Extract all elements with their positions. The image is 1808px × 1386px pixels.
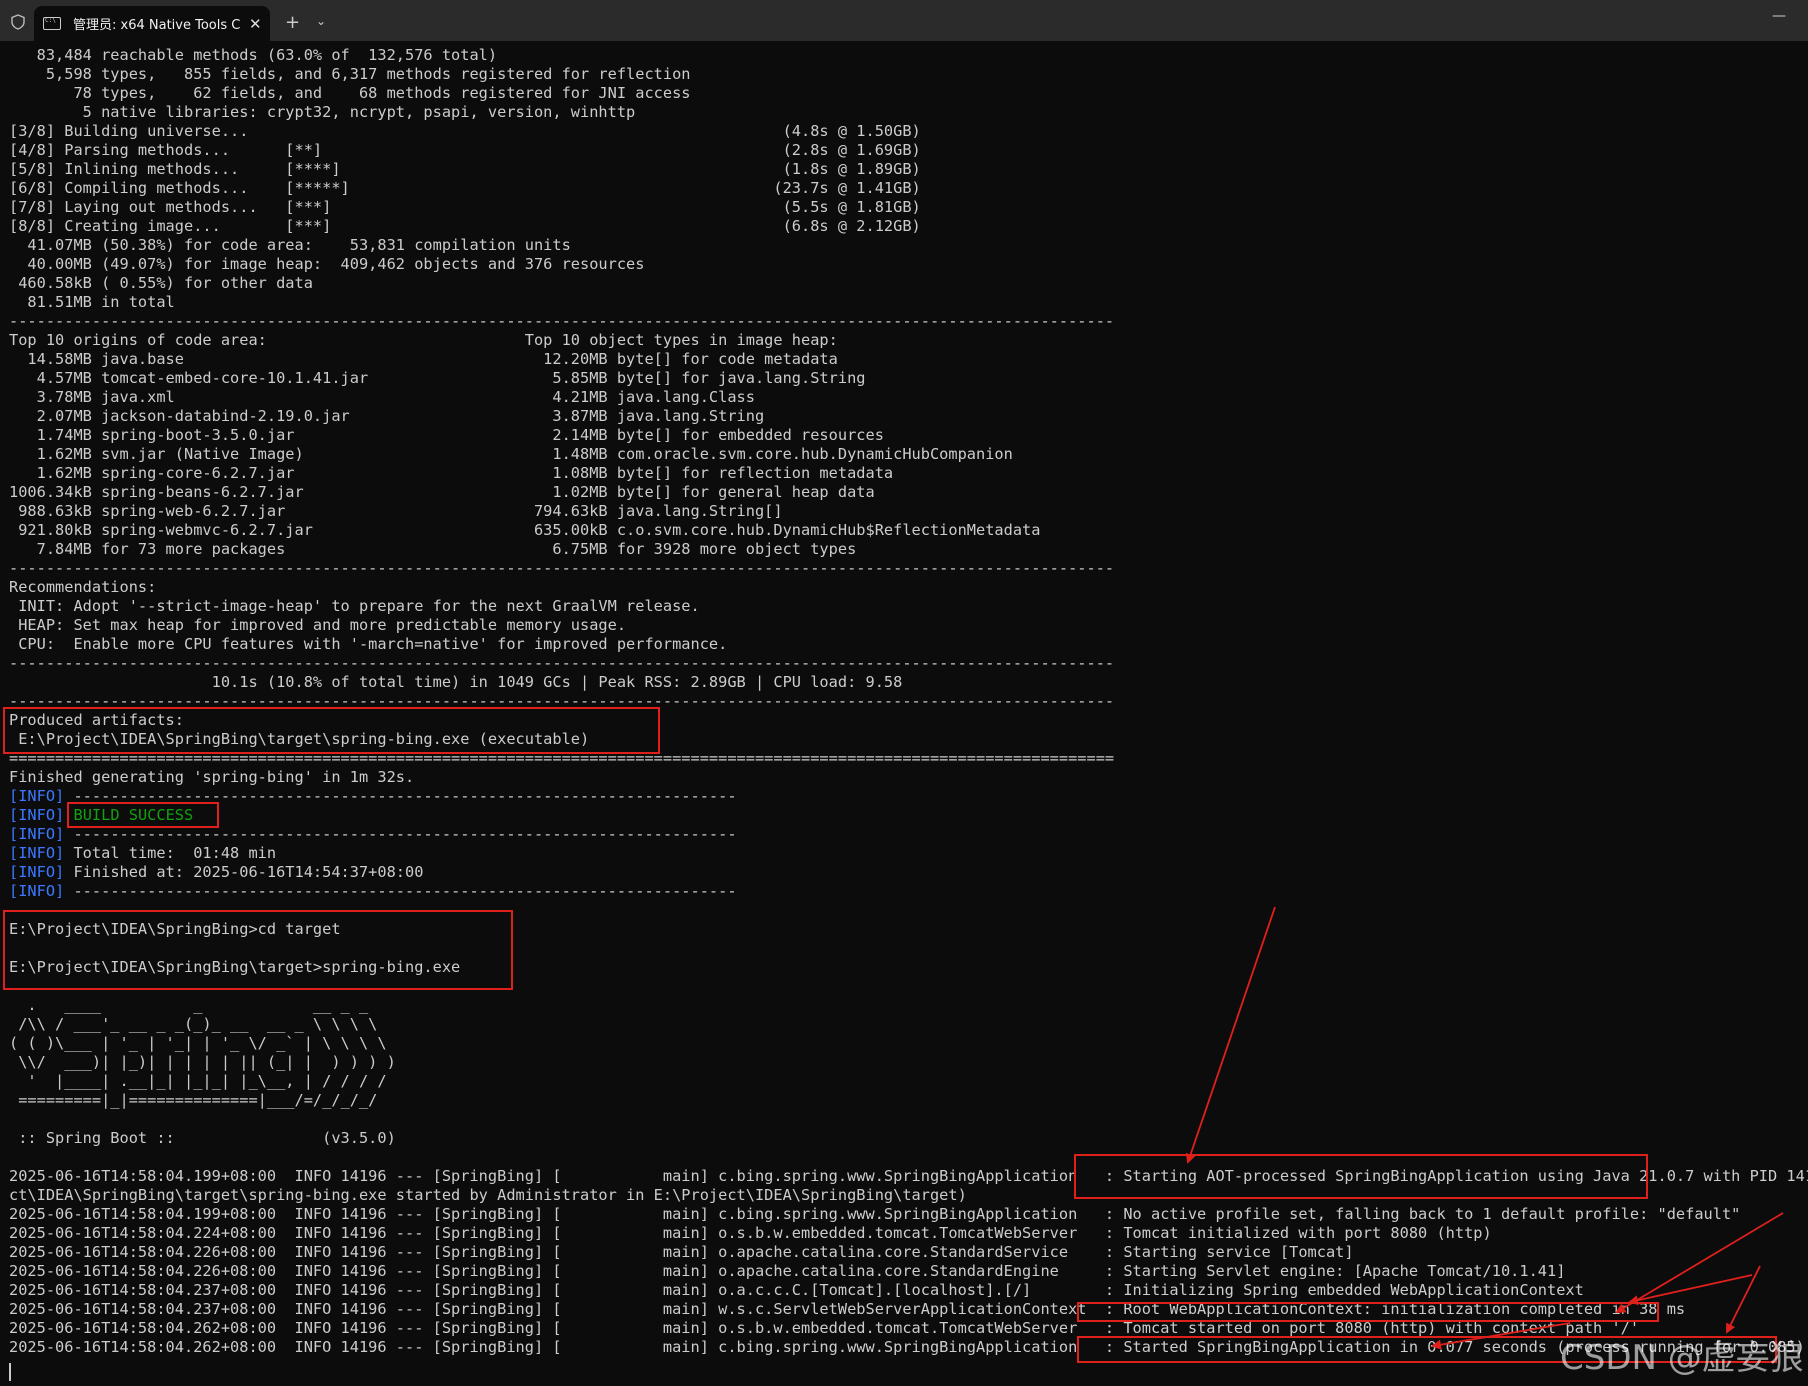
arrow-1 (1185, 906, 1276, 1164)
arrow-5 (1431, 1322, 1571, 1350)
text-cursor (9, 1363, 11, 1381)
arrow-2 (1615, 1212, 1784, 1314)
annotation-arrows (1185, 906, 1784, 1350)
arrow-4 (1726, 1265, 1761, 1334)
arrow-3 (1628, 1274, 1753, 1306)
watermark: CSDN @虚妄狼 (1560, 1338, 1804, 1378)
